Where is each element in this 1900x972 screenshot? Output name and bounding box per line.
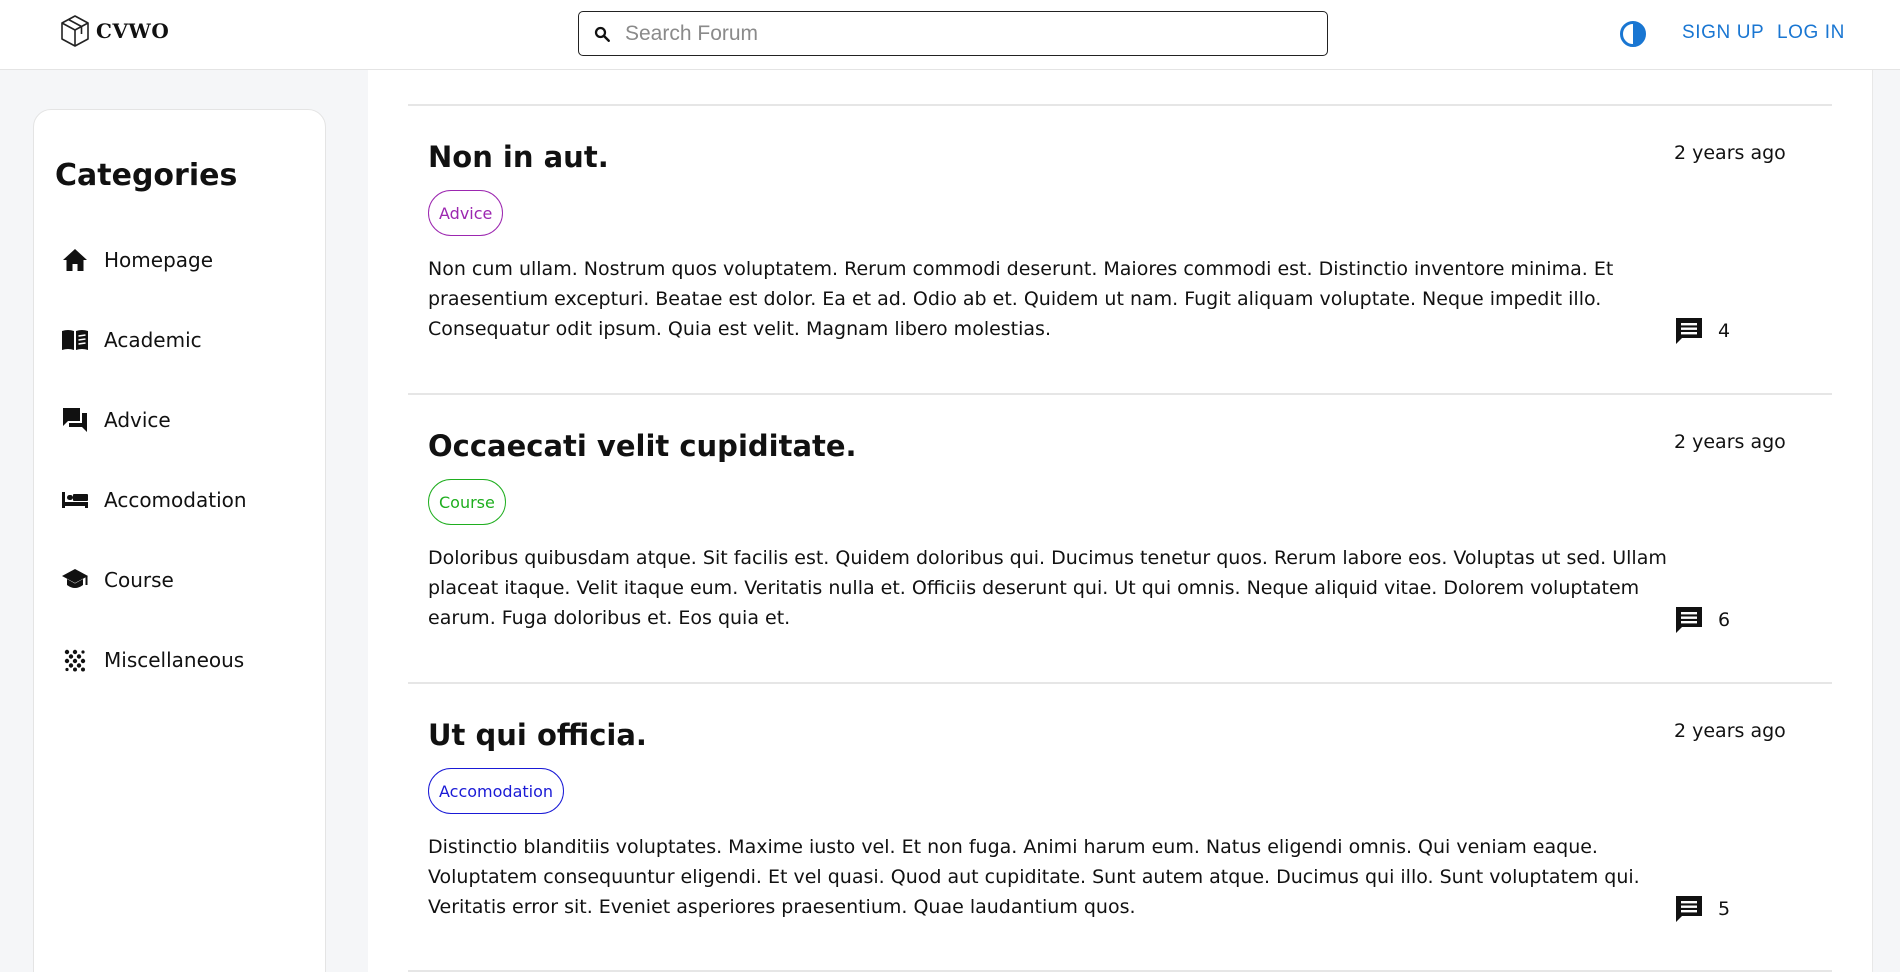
comment-count-value: 5 [1718,898,1731,920]
search-icon [579,25,625,43]
post-card[interactable]: Occaecati velit cupiditate. 2 years ago … [428,429,1848,699]
logo[interactable]: CVWO [58,13,169,49]
signup-button[interactable]: SIGN UP [1682,22,1764,44]
school-icon [60,565,90,595]
search-input[interactable] [625,21,1305,46]
logo-text: CVWO [96,19,170,43]
top-app-bar: CVWO SIGN UP LOG IN [0,0,1900,70]
post-body: Doloribus quibusdam atque. Sit facilis e… [428,547,1667,629]
post-timestamp: 2 years ago [1674,431,1786,453]
category-tag[interactable]: Course [428,479,506,525]
comment-count-value: 6 [1718,609,1731,631]
post-card[interactable]: Ut qui officia. 2 years ago Accomodation… [428,718,1848,972]
post-title[interactable]: Occaecati velit cupiditate. [428,429,857,463]
category-tag[interactable]: Advice [428,190,504,236]
comment-icon [1676,318,1702,344]
category-tag[interactable]: Accomodation [428,768,565,814]
sidebar-item-homepage[interactable]: Homepage [60,240,300,280]
sidebar-item-course[interactable]: Course [60,560,300,600]
post-divider [408,682,1832,684]
home-icon [60,245,90,275]
post-title[interactable]: Ut qui officia. [428,718,647,752]
sidebar-item-miscellaneous[interactable]: Miscellaneous [60,640,300,680]
post-divider [408,393,1832,395]
forum-icon [60,405,90,435]
comment-count-value: 4 [1718,320,1731,342]
post-timestamp: 2 years ago [1674,142,1786,164]
post-divider [408,104,1832,106]
comment-count[interactable]: 4 [1674,316,1730,346]
post-body: Distinctio blanditiis voluptates. Maxime… [428,836,1640,918]
post-title[interactable]: Non in aut. [428,140,609,174]
book-icon [60,325,90,355]
post-body: Non cum ullam. Nostrum quos voluptatem. … [428,258,1614,340]
sidebar-item-label: Course [104,568,174,592]
comment-icon [1676,607,1702,633]
comment-count[interactable]: 6 [1674,605,1730,635]
sidebar-item-label: Miscellaneous [104,648,245,672]
search-bar[interactable] [578,11,1328,56]
comment-count[interactable]: 5 [1674,894,1730,924]
theme-toggle-icon[interactable] [1619,20,1647,48]
scatter-icon [60,645,90,675]
sidebar-item-label: Accomodation [104,488,247,512]
sidebar-item-label: Academic [104,328,202,352]
comment-icon [1676,896,1702,922]
login-button[interactable]: LOG IN [1777,22,1845,44]
post-card[interactable]: Non in aut. 2 years ago Advice Non cum u… [428,140,1848,410]
sidebar-item-academic[interactable]: Academic [60,320,300,360]
sidebar-item-advice[interactable]: Advice [60,400,300,440]
cube-logo-icon [61,15,89,47]
sidebar-item-label: Homepage [104,248,214,272]
post-feed: Non in aut. 2 years ago Advice Non cum u… [368,70,1872,972]
sidebar-item-label: Advice [104,408,171,432]
right-gutter [1872,70,1900,972]
categories-sidebar: Categories Homepage Academic Advice Acco… [33,109,326,972]
categories-title: Categories [55,158,238,193]
post-timestamp: 2 years ago [1674,720,1786,742]
sidebar-item-accomodation[interactable]: Accomodation [60,480,300,520]
bed-icon [60,485,90,515]
